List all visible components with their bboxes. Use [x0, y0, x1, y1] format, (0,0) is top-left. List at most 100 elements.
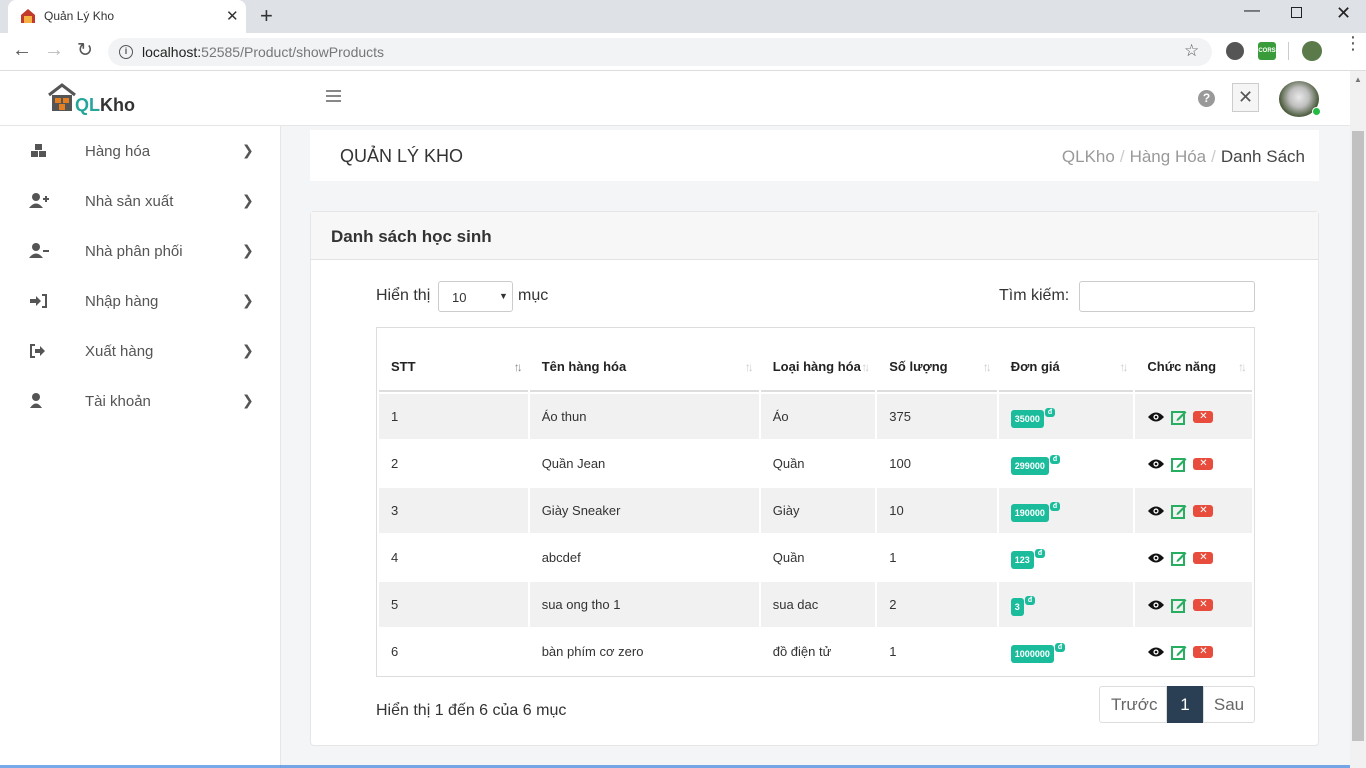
card-title: Danh sách học sinh [331, 227, 492, 246]
edit-icon[interactable] [1171, 597, 1187, 613]
currency-badge: đ [1024, 595, 1036, 605]
price-badge: 299000 [1010, 456, 1049, 475]
pagination-prev-button[interactable]: Trước [1099, 686, 1167, 723]
page-length-value: 10 [452, 290, 467, 305]
forward-arrow-icon[interactable]: → [44, 39, 64, 62]
cell-actions: ✕ [1135, 441, 1252, 486]
price-badge: 1000000 [1010, 644, 1054, 663]
delete-icon[interactable]: ✕ [1193, 504, 1214, 517]
cors-extension-icon[interactable]: CORS [1258, 42, 1276, 60]
address-bar[interactable]: i localhost:52585/Product/showProducts ☆ [108, 38, 1212, 66]
sidebar-item-nha-phan-phoi[interactable]: Nhà phân phối ❯ [0, 226, 281, 276]
browser-tab[interactable]: Quản Lý Kho ✕ [8, 0, 246, 33]
cell-stt: 1 [379, 394, 528, 439]
bookmark-star-icon[interactable]: ☆ [1184, 41, 1199, 61]
currency-badge: đ [1034, 548, 1046, 558]
profile-avatar[interactable] [1302, 41, 1322, 61]
view-eye-icon[interactable] [1147, 505, 1165, 517]
search-input[interactable] [1079, 281, 1255, 312]
table-header-row: STT ↑↓ Tên hàng hóa ↑↓ Loại hàng hóa ↑↓ Số … [379, 330, 1252, 392]
col-header-qty[interactable]: Số lượng ↑↓ [877, 330, 997, 392]
sidebar-item-hang-hoa[interactable]: Hàng hóa ❯ [0, 126, 281, 176]
edit-icon[interactable] [1171, 456, 1187, 472]
edit-icon[interactable] [1171, 503, 1187, 519]
edit-icon[interactable] [1171, 409, 1187, 425]
view-eye-icon[interactable] [1147, 599, 1165, 611]
delete-icon[interactable]: ✕ [1193, 457, 1214, 470]
maximize-icon[interactable] [1291, 7, 1302, 18]
cell-qty: 2 [877, 582, 997, 627]
edit-icon[interactable] [1171, 550, 1187, 566]
col-header-price[interactable]: Đơn giá ↑↓ [998, 330, 1134, 392]
site-info-icon[interactable]: i [119, 45, 133, 59]
delete-icon[interactable]: ✕ [1193, 598, 1214, 611]
reload-icon[interactable]: ↻ [77, 39, 93, 62]
sort-icon: ↑↓ [744, 360, 754, 374]
currency-badge: đ [1054, 642, 1066, 652]
browser-menu-icon[interactable]: ⋮ [1344, 34, 1362, 52]
cell-stt: 6 [379, 629, 528, 674]
delete-icon[interactable]: ✕ [1193, 410, 1214, 423]
tab-close-icon[interactable]: ✕ [226, 7, 239, 25]
view-eye-icon[interactable] [1147, 552, 1165, 564]
cell-stt: 5 [379, 582, 528, 627]
browser-tab-bar: Quản Lý Kho ✕ + — ✕ [0, 0, 1366, 33]
card-header: Danh sách học sinh [311, 212, 1318, 260]
chevron-right-icon: ❯ [242, 392, 254, 408]
col-header-actions[interactable]: Chức năng ↑↓ [1135, 330, 1252, 392]
minimize-icon[interactable]: — [1244, 2, 1260, 20]
scroll-thumb[interactable] [1352, 131, 1364, 741]
pagination-page-button[interactable]: 1 [1167, 686, 1203, 723]
page-length-select[interactable]: 10 ▼ [438, 281, 513, 312]
length-label: Hiển thị [376, 287, 431, 304]
delete-icon[interactable]: ✕ [1193, 551, 1214, 564]
warehouse-logo-icon [48, 83, 76, 111]
price-badge: 190000 [1010, 503, 1049, 522]
extension-gear-icon[interactable] [1226, 42, 1244, 60]
sort-icon: ↑↓ [861, 360, 870, 374]
cell-actions: ✕ [1135, 394, 1252, 439]
url-text: localhost:52585/Product/showProducts [142, 44, 385, 60]
page-scrollbar[interactable]: ▲ [1350, 71, 1366, 768]
scroll-up-arrow-icon[interactable]: ▲ [1354, 75, 1362, 84]
view-eye-icon[interactable] [1147, 458, 1165, 470]
sidebar-item-tai-khoan[interactable]: Tài khoản ❯ [0, 376, 281, 426]
sort-icon: ↑↓ [982, 360, 992, 374]
search-label: Tìm kiếm: [999, 287, 1070, 304]
logo-text: QLKho [75, 95, 135, 115]
cell-qty: 1 [877, 535, 997, 580]
table-row: 5 sua ong tho 1 sua dac 2 3đ ✕ [379, 582, 1252, 627]
delete-icon[interactable]: ✕ [1193, 645, 1214, 658]
cell-price: 35000đ [998, 394, 1134, 439]
sort-asc-icon: ↑↓ [513, 360, 523, 374]
cell-price: 190000đ [998, 488, 1134, 533]
breadcrumb: QLKho / Hàng Hóa / Danh Sách [1061, 147, 1305, 166]
cell-type: đồ điện tử [760, 629, 876, 674]
tab-title: Quản Lý Kho [44, 9, 115, 23]
boxes-icon [31, 144, 46, 157]
cell-name: Quần Jean [529, 441, 759, 486]
breadcrumb-item[interactable]: Hàng Hóa [1130, 147, 1207, 166]
col-header-stt[interactable]: STT ↑↓ [379, 330, 528, 392]
pagination-next-button[interactable]: Sau [1203, 686, 1255, 723]
sidebar-item-label: Nhà sản xuất [85, 193, 174, 210]
sidebar-item-nhap-hang[interactable]: Nhập hàng ❯ [0, 276, 281, 326]
sidebar-item-label: Nhập hàng [85, 293, 159, 310]
close-button[interactable]: ✕ [1232, 83, 1259, 112]
table-row: 3 Giày Sneaker Giày 10 190000đ ✕ [379, 488, 1252, 533]
cell-type: Giày [760, 488, 876, 533]
breadcrumb-item[interactable]: QLKho [1062, 147, 1115, 166]
hamburger-menu-icon[interactable] [326, 90, 341, 103]
new-tab-icon[interactable]: + [260, 3, 273, 29]
back-arrow-icon[interactable]: ← [12, 39, 32, 62]
col-header-name[interactable]: Tên hàng hóa ↑↓ [529, 330, 759, 392]
sidebar-item-nha-san-xuat[interactable]: Nhà sản xuất ❯ [0, 176, 281, 226]
help-icon[interactable]: ? [1198, 90, 1215, 107]
edit-icon[interactable] [1171, 644, 1187, 660]
view-eye-icon[interactable] [1147, 411, 1165, 423]
view-eye-icon[interactable] [1147, 646, 1165, 658]
col-header-type[interactable]: Loại hàng hóa ↑↓ [760, 330, 876, 392]
window-close-icon[interactable]: ✕ [1336, 3, 1351, 24]
sidebar-item-xuat-hang[interactable]: Xuất hàng ❯ [0, 326, 281, 376]
cell-price: 1000000đ [998, 629, 1134, 674]
